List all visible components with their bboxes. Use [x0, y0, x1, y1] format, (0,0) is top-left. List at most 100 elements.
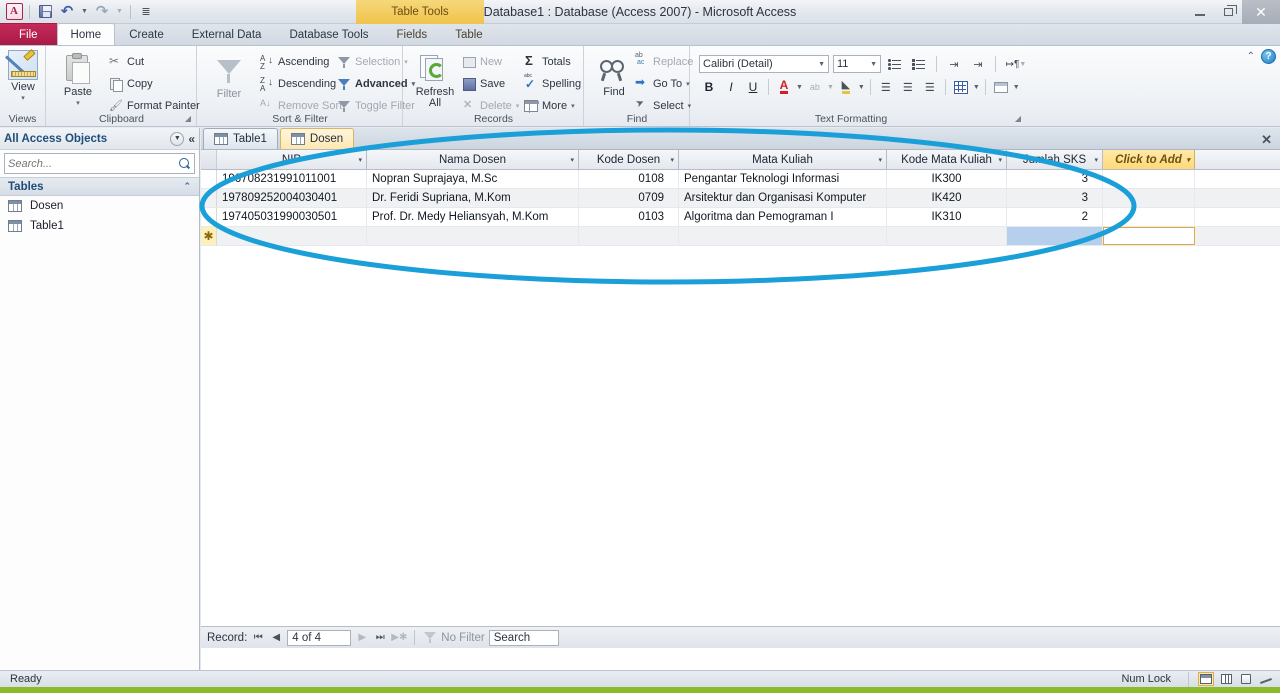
- spelling-button[interactable]: Spelling: [524, 73, 581, 94]
- underline-button[interactable]: U: [743, 77, 763, 97]
- cell-add-new[interactable]: [1103, 189, 1195, 207]
- tab-create[interactable]: Create: [115, 24, 178, 45]
- new-record-button[interactable]: ▶✱: [391, 632, 407, 643]
- decrease-indent-button[interactable]: [944, 54, 964, 74]
- filter-status-label[interactable]: No Filter: [441, 632, 484, 644]
- undo-button[interactable]: ↶: [57, 2, 77, 22]
- tab-fields[interactable]: Fields: [383, 24, 442, 45]
- cell-add-new-focused[interactable]: [1103, 227, 1195, 245]
- column-header-kode-dosen[interactable]: Kode Dosen ▾: [579, 150, 679, 169]
- pivotchart-view-button[interactable]: [1238, 672, 1254, 686]
- chevron-down-icon[interactable]: ▾: [670, 156, 674, 164]
- align-center-button[interactable]: ☰: [898, 77, 918, 97]
- paste-button[interactable]: Paste ▾: [55, 51, 101, 107]
- column-header-click-to-add[interactable]: Click to Add ▾: [1103, 150, 1195, 169]
- cell-kode-mata-kuliah[interactable]: [887, 227, 1007, 245]
- alternate-fill-dropdown[interactable]: ▼: [1013, 84, 1020, 91]
- cell-kode-dosen[interactable]: 0103: [579, 208, 679, 226]
- cell-nip[interactable]: [217, 227, 367, 245]
- search-input[interactable]: [8, 157, 178, 170]
- table-row[interactable]: 196708231991011001 Nopran Suprajaya, M.S…: [201, 170, 1280, 189]
- cell-nama-dosen[interactable]: [367, 227, 579, 245]
- text-direction-button[interactable]: ↦¶ ▼: [1003, 54, 1029, 74]
- column-header-mata-kuliah[interactable]: Mata Kuliah ▾: [679, 150, 887, 169]
- goto-button[interactable]: Go To ▾: [635, 74, 693, 94]
- fill-color-dropdown[interactable]: ▼: [858, 84, 865, 91]
- close-document-icon[interactable]: ✕: [1261, 132, 1272, 148]
- cell-kode-mata-kuliah[interactable]: IK310: [887, 208, 1007, 226]
- tab-table[interactable]: Table: [441, 24, 497, 45]
- collapse-ribbon-icon[interactable]: ⌃: [1247, 51, 1255, 62]
- cell-kode-mata-kuliah[interactable]: IK300: [887, 170, 1007, 188]
- first-record-button[interactable]: ⏮: [251, 632, 265, 643]
- collapse-pane-icon[interactable]: «: [188, 132, 195, 146]
- pivottable-view-button[interactable]: [1218, 672, 1234, 686]
- find-button[interactable]: Find: [591, 53, 637, 98]
- italic-button[interactable]: I: [721, 77, 741, 97]
- clipboard-dialog-launcher[interactable]: ◢: [185, 114, 191, 123]
- chevron-down-icon[interactable]: ▾: [1094, 156, 1098, 164]
- font-name-select[interactable]: Calibri (Detail) ▼: [699, 55, 829, 73]
- prev-record-button[interactable]: ◀: [269, 632, 283, 643]
- new-record-button[interactable]: New: [462, 52, 519, 72]
- align-right-button[interactable]: ☰: [920, 77, 940, 97]
- row-selector[interactable]: [201, 170, 217, 188]
- save-button[interactable]: [35, 2, 55, 22]
- filter-button[interactable]: Filter: [206, 53, 252, 100]
- tab-database-tools[interactable]: Database Tools: [275, 24, 382, 45]
- redo-button[interactable]: ↷: [92, 2, 112, 22]
- cut-button[interactable]: Cut: [109, 52, 200, 72]
- access-logo-button[interactable]: A: [4, 2, 24, 22]
- highlight-button[interactable]: ab: [805, 77, 825, 97]
- cell-kode-dosen[interactable]: 0108: [579, 170, 679, 188]
- totals-button[interactable]: Totals: [524, 52, 581, 72]
- next-record-button[interactable]: ▶: [355, 632, 369, 643]
- last-record-button[interactable]: ⏭: [373, 632, 387, 643]
- column-header-nip[interactable]: NIP ▾: [217, 150, 367, 169]
- close-button[interactable]: ✕: [1242, 0, 1280, 24]
- cell-add-new[interactable]: [1103, 208, 1195, 226]
- cell-jumlah-sks[interactable]: 3: [1007, 189, 1103, 207]
- numbered-list-button[interactable]: [909, 54, 929, 74]
- cell-jumlah-sks[interactable]: 3: [1007, 170, 1103, 188]
- descending-button[interactable]: Z A ↓ Descending: [260, 74, 342, 94]
- text-formatting-dialog-launcher[interactable]: ◢: [1015, 114, 1021, 123]
- design-view-button[interactable]: [1258, 672, 1274, 686]
- tab-file[interactable]: File: [0, 23, 57, 45]
- align-left-button[interactable]: ☰: [876, 77, 896, 97]
- select-all-corner[interactable]: [201, 150, 217, 169]
- nav-search-box[interactable]: [4, 153, 195, 174]
- datasheet-search-input[interactable]: Search: [488, 629, 559, 646]
- cell-kode-mata-kuliah[interactable]: IK420: [887, 189, 1007, 207]
- minimize-button[interactable]: [1186, 0, 1214, 24]
- cell-nip[interactable]: 197809252004030401: [217, 189, 367, 207]
- cell-kode-dosen[interactable]: 0709: [579, 189, 679, 207]
- new-record-marker[interactable]: ✱: [201, 227, 217, 245]
- row-selector[interactable]: [201, 208, 217, 226]
- alternate-fill-button[interactable]: [991, 77, 1011, 97]
- redo-dropdown[interactable]: ▼: [114, 2, 125, 22]
- maximize-button[interactable]: [1214, 0, 1242, 24]
- column-header-kode-mata-kuliah[interactable]: Kode Mata Kuliah ▾: [887, 150, 1007, 169]
- nav-pane-menu-button[interactable]: ▼: [170, 131, 185, 146]
- highlight-dropdown[interactable]: ▼: [827, 84, 834, 91]
- help-icon[interactable]: ?: [1261, 49, 1276, 64]
- cell-nip[interactable]: 197405031990030501: [217, 208, 367, 226]
- chevron-down-icon[interactable]: ▾: [1186, 156, 1190, 164]
- increase-indent-button[interactable]: [968, 54, 988, 74]
- customize-qat-button[interactable]: ≣: [136, 2, 156, 22]
- datasheet-view-button[interactable]: [1198, 672, 1214, 686]
- font-color-button[interactable]: A: [774, 77, 794, 97]
- chevron-down-icon[interactable]: ▾: [998, 156, 1002, 164]
- view-button[interactable]: View ▾: [0, 46, 46, 102]
- cell-nip[interactable]: 196708231991011001: [217, 170, 367, 188]
- cell-mata-kuliah[interactable]: [679, 227, 887, 245]
- font-color-dropdown[interactable]: ▼: [796, 84, 803, 91]
- chevron-down-icon[interactable]: ▾: [570, 156, 574, 164]
- ascending-button[interactable]: A Z ↓ Ascending: [260, 52, 342, 72]
- bold-button[interactable]: B: [699, 77, 719, 97]
- chevron-down-icon[interactable]: ▾: [358, 156, 362, 164]
- copy-button[interactable]: Copy: [109, 74, 200, 94]
- cell-kode-dosen[interactable]: [579, 227, 679, 245]
- cell-nama-dosen[interactable]: Prof. Dr. Medy Heliansyah, M.Kom: [367, 208, 579, 226]
